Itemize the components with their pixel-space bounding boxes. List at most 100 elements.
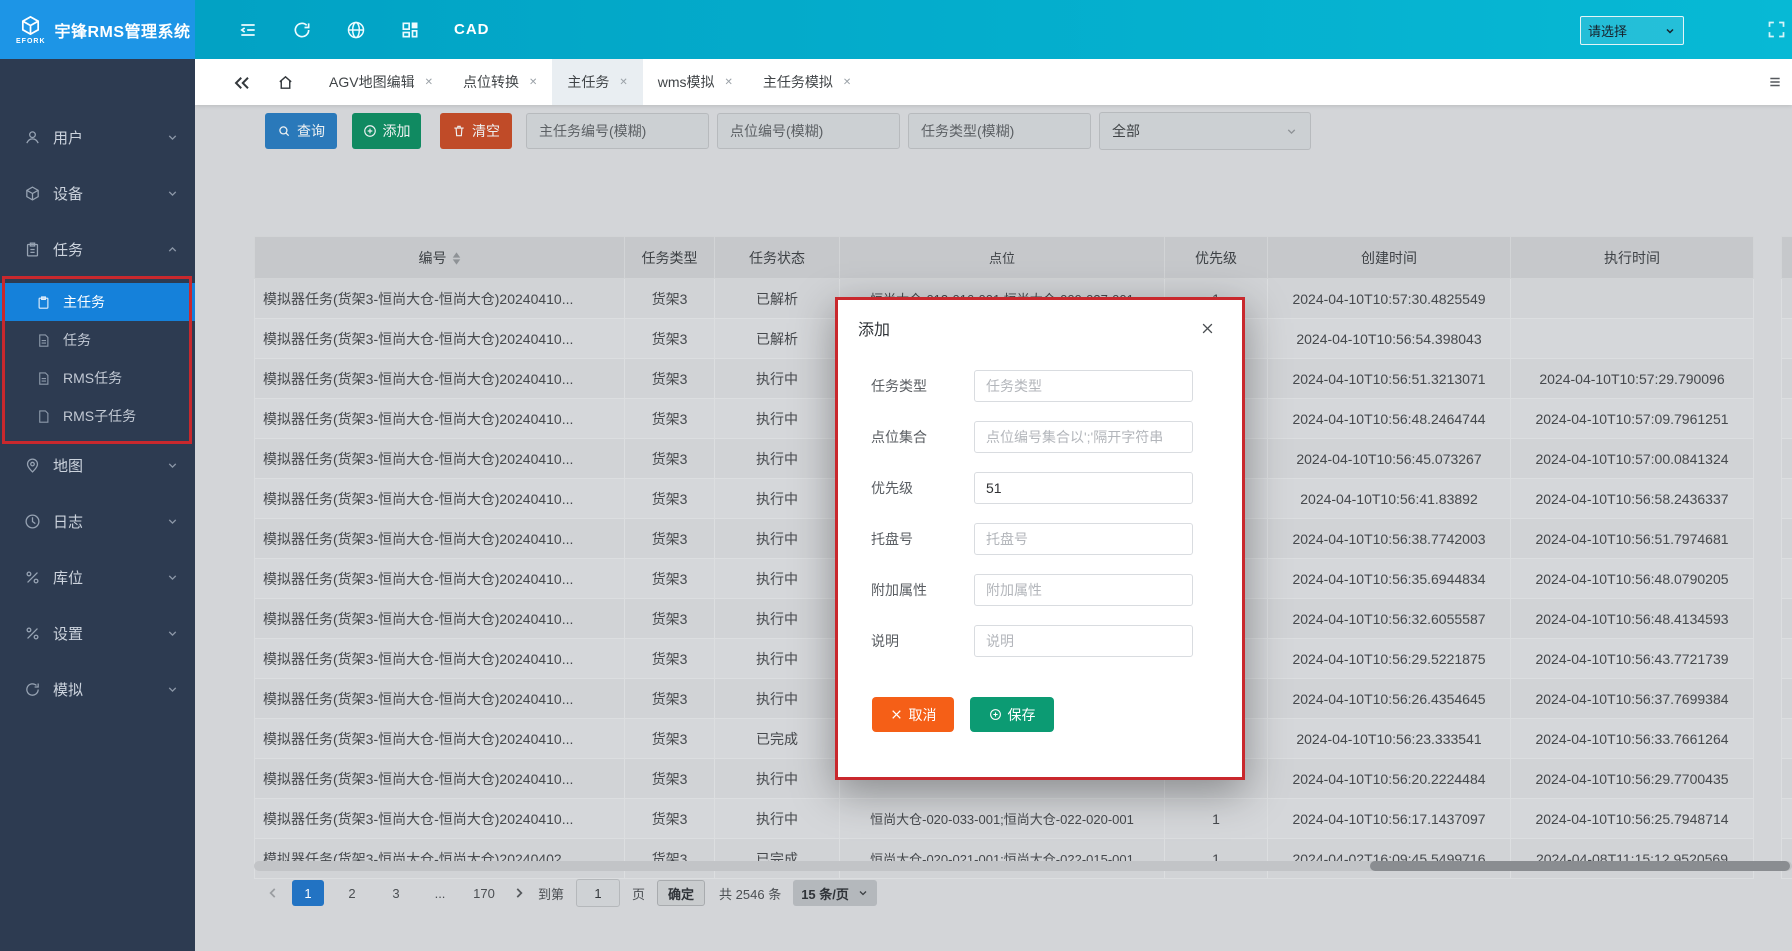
dialog-field-row: 说明 [871,615,1242,666]
confirm-page-button[interactable]: 确定 [657,880,705,906]
tab[interactable]: wms模拟 ✕ [643,59,748,105]
save-button[interactable]: 保存 [970,697,1054,732]
dialog-field-input[interactable] [974,421,1193,453]
sort-icon[interactable] [452,252,461,265]
sidebar-item-settings[interactable]: 设置 [0,611,195,655]
table-row[interactable]: 模拟器任务(货架3-恒尚大仓-恒尚大仓)20240410... 货架3 执行中 … [255,799,1792,839]
filter-input[interactable] [908,113,1091,149]
cell-created-time: 2024-04-10T10:56:17.1437097 [1268,799,1511,839]
collapse-menu-icon[interactable] [238,20,258,40]
table-row[interactable]: 模拟器任务(货架3-恒尚大仓-恒尚大仓)20240402... 货架3 已完成 … [255,839,1792,879]
sidebar: 用户 设备 任务 主任务 任务 [0,59,195,951]
dialog-field-label: 点位集合 [871,427,974,447]
sidebar-item-rms-subtask[interactable]: RMS子任务 [0,397,195,435]
sidebar-item-users[interactable]: 用户 [0,115,195,159]
filter-input[interactable] [526,113,709,149]
dialog-field-input[interactable] [974,472,1193,504]
sidebar-item-main-task[interactable]: 主任务 [0,283,195,321]
cell-task-status: 执行中 [715,599,840,639]
collapse-tabs-icon[interactable] [233,74,251,90]
cell-task-status: 执行中 [715,679,840,719]
app-logo: EFORK 宇锋RMS管理系统 [0,0,195,59]
tab-close-icon[interactable]: ✕ [425,77,433,88]
cell-task-type: 货架3 [625,839,715,879]
horizontal-scrollbar[interactable] [254,861,1792,871]
globe-icon[interactable] [346,20,366,40]
chevron-down-icon [166,627,179,640]
cell-created-time: 2024-04-10T10:56:23.333541 [1268,719,1511,759]
cancel-button[interactable]: 取消 [872,697,954,732]
scrollbar-thumb[interactable] [1370,861,1790,871]
col-header-executed: 执行时间 [1511,237,1754,279]
tab-close-icon[interactable]: ✕ [725,77,733,88]
goto-page-input[interactable] [576,879,620,907]
tab[interactable]: 主任务 ✕ [552,59,642,105]
prev-page-icon[interactable] [266,886,280,900]
cell-task-id: 模拟器任务(货架3-恒尚大仓-恒尚大仓)20240410... [255,399,625,439]
cell-task-status: 执行中 [715,359,840,399]
cad-menu[interactable]: CAD [454,21,490,38]
home-icon[interactable] [277,74,294,91]
cell-task-status: 执行中 [715,799,840,839]
topbar-select[interactable]: 请选择 [1580,16,1684,45]
close-icon[interactable] [1200,321,1215,336]
tab-overflow-icon[interactable] [1768,75,1782,89]
task-type-select[interactable]: 全部 [1099,112,1311,150]
dialog-field-input[interactable] [974,370,1193,402]
sidebar-item-task[interactable]: 任务 [0,321,195,359]
page-size-select[interactable]: 15 条/页 [793,880,877,906]
dialog-field-input[interactable] [974,625,1193,657]
page-button[interactable]: 1 [292,880,324,906]
refresh-icon[interactable] [292,20,312,40]
sidebar-item-map[interactable]: 地图 [0,443,195,487]
add-button[interactable]: 添加 [352,113,421,149]
chevron-down-icon [166,131,179,144]
cell-task-type: 货架3 [625,359,715,399]
col-header-id[interactable]: 编号 [255,237,625,279]
cell-executed-time: 2024-04-10T10:57:09.7961251 [1511,399,1754,439]
tab-close-icon[interactable]: ✕ [529,77,537,88]
page-button[interactable]: 2 [336,880,368,906]
page-button[interactable]: 170 [468,880,500,906]
fullscreen-icon[interactable] [1766,19,1787,40]
cell-task-type: 货架3 [625,319,715,359]
next-page-icon[interactable] [512,886,526,900]
page-button[interactable]: 3 [380,880,412,906]
filter-input[interactable] [717,113,900,149]
tab-close-icon[interactable]: ✕ [843,77,851,88]
tab[interactable]: AGV地图编辑 ✕ [314,59,448,105]
tab[interactable]: 点位转换 ✕ [448,59,552,105]
cell-executed-time: 2024-04-10T10:57:29.790096 [1511,359,1754,399]
query-button[interactable]: 查询 [265,113,337,149]
logo-subtext: EFORK [16,38,46,45]
clear-button[interactable]: 清空 [440,113,512,149]
document-icon [36,333,51,348]
cell-created-time: 2024-04-10T10:57:30.4825549 [1268,279,1511,319]
sidebar-item-simulation[interactable]: 模拟 [0,667,195,711]
cell-task-id: 模拟器任务(货架3-恒尚大仓-恒尚大仓)20240410... [255,719,625,759]
trash-icon [452,124,466,138]
tab[interactable]: 主任务模拟 ✕ [748,59,866,105]
sidebar-item-tasks[interactable]: 任务 [0,227,195,271]
total-count-label: 共 2546 条 [719,884,781,903]
tab-close-icon[interactable]: ✕ [619,77,627,88]
dialog-field-label: 任务类型 [871,376,974,396]
cell-task-id: 模拟器任务(货架3-恒尚大仓-恒尚大仓)20240410... [255,679,625,719]
dialog-field-input[interactable] [974,523,1193,555]
cell-task-type: 货架3 [625,559,715,599]
logo-cube-icon [19,14,42,37]
dialog-field-row: 点位集合 [871,411,1242,462]
sidebar-item-devices[interactable]: 设备 [0,171,195,215]
page-button[interactable]: ... [424,880,456,906]
sidebar-item-rms-task[interactable]: RMS任务 [0,359,195,397]
cell-priority: 1 [1165,799,1268,839]
dialog-field-input[interactable] [974,574,1193,606]
cell-task-status: 执行中 [715,639,840,679]
sidebar-item-storage[interactable]: 库位 [0,555,195,599]
dialog-field-label: 优先级 [871,478,974,498]
sidebar-item-logs[interactable]: 日志 [0,499,195,543]
user-icon [24,129,41,146]
add-dialog: 添加 任务类型 点位集合 优先级 托盘号 附加属性 说明 [835,297,1245,780]
apps-grid-icon[interactable] [400,20,420,40]
dialog-field-row: 托盘号 [871,513,1242,564]
